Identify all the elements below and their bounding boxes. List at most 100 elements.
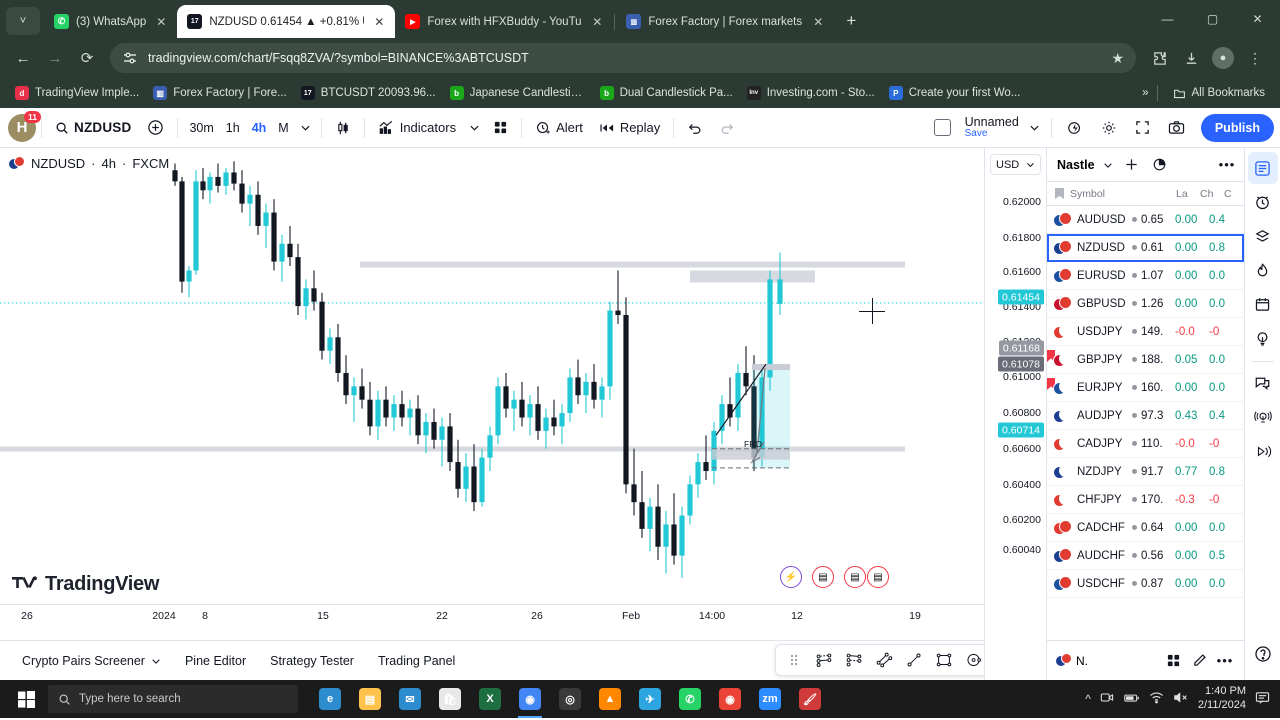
- browser-tab-tradingview[interactable]: 17 NZDUSD 0.61454 ▲ +0.81% Un ✕: [177, 5, 396, 38]
- templates-button[interactable]: [485, 114, 516, 142]
- watchlist-row-usdchf[interactable]: USDCHF 0.87 0.00 0.0: [1047, 570, 1244, 598]
- site-settings-icon[interactable]: [122, 50, 138, 66]
- layout-checkbox-button[interactable]: [926, 114, 959, 142]
- window-minimize-button[interactable]: —: [1145, 6, 1190, 32]
- trend-lines-icon[interactable]: [810, 647, 838, 673]
- watchlist-row-nzdusd[interactable]: NZDUSD 0.61 0.00 0.8: [1047, 234, 1244, 262]
- fullscreen-button[interactable]: [1127, 114, 1158, 142]
- chart-type-button[interactable]: [327, 114, 359, 142]
- tab-strategy-tester[interactable]: Strategy Tester: [258, 650, 366, 672]
- quick-search-button[interactable]: [1059, 114, 1091, 142]
- column-symbol[interactable]: Symbol: [1070, 188, 1176, 200]
- notification-icon[interactable]: [1255, 691, 1270, 708]
- taskbar-store-icon[interactable]: 🛍: [430, 680, 470, 718]
- snapshot-button[interactable]: [1160, 114, 1193, 142]
- watchlist-row-audusd[interactable]: AUDUSD 0.65 0.00 0.4: [1047, 206, 1244, 234]
- publish-button[interactable]: Publish: [1200, 113, 1274, 142]
- layout-save-label[interactable]: Save: [965, 128, 988, 140]
- timeframe-more-button[interactable]: [295, 114, 316, 142]
- bookmark-item[interactable]: b Japanese Candlestic...: [443, 83, 593, 103]
- watchlist-footer-more-button[interactable]: •••: [1214, 650, 1236, 672]
- download-icon[interactable]: [1176, 43, 1206, 73]
- close-icon[interactable]: ✕: [589, 14, 605, 30]
- browser-tab-youtube[interactable]: ▶ Forex with HFXBuddy - YouTube ✕: [395, 5, 613, 38]
- watchlist-row-nzdjpy[interactable]: NZDJPY 91.7 0.77 0.8: [1047, 458, 1244, 486]
- reload-button[interactable]: ⟳: [72, 43, 102, 73]
- watchlist-row-eurjpy[interactable]: EURJPY 160. 0.00 0.0: [1047, 374, 1244, 402]
- rail-broadcast-button[interactable]: [1248, 401, 1278, 433]
- watchlist-more-button[interactable]: •••: [1216, 154, 1238, 176]
- watchlist-name[interactable]: Nastle: [1057, 158, 1095, 172]
- browser-tab-whatsapp[interactable]: ✆ (3) WhatsApp ✕: [44, 5, 177, 38]
- tab-crypto-pairs-screener[interactable]: Crypto Pairs Screener: [10, 650, 173, 672]
- tab-trading-panel[interactable]: Trading Panel: [366, 650, 467, 672]
- bookmark-item[interactable]: b Dual Candlestick Pa...: [593, 83, 740, 103]
- bookmark-star-icon[interactable]: ★: [1111, 50, 1124, 67]
- window-maximize-button[interactable]: ▢: [1190, 6, 1235, 32]
- camera-icon[interactable]: [1100, 691, 1114, 707]
- extensions-icon[interactable]: [1144, 43, 1174, 73]
- back-button[interactable]: ←: [8, 43, 38, 73]
- bookmark-item[interactable]: 17 BTCUSDT 20093.96...: [294, 83, 443, 103]
- close-icon[interactable]: ✕: [810, 14, 826, 30]
- taskbar-file-explorer-icon[interactable]: ▤: [350, 680, 390, 718]
- browser-tab-forexfactory[interactable]: ▥ Forex Factory | Forex markets fo ✕: [616, 5, 834, 38]
- column-last[interactable]: La: [1176, 188, 1200, 200]
- timeframe-1h[interactable]: 1h: [220, 115, 246, 141]
- taskbar-telegram-icon[interactable]: ✈: [630, 680, 670, 718]
- bookmark-item[interactable]: Inv Investing.com - Sto...: [740, 83, 882, 103]
- layout-name-button[interactable]: Unnamed Save: [961, 115, 1023, 140]
- taskbar-vlc-icon[interactable]: ▲: [590, 680, 630, 718]
- taskbar-whatsapp-icon[interactable]: ✆: [670, 680, 710, 718]
- timeframe-30m[interactable]: 30m: [183, 115, 219, 141]
- volume-mute-icon[interactable]: [1173, 691, 1189, 707]
- watchlist-row-audchf[interactable]: AUDCHF 0.56 0.00 0.5: [1047, 542, 1244, 570]
- us-news-event-icon[interactable]: ▤: [867, 566, 889, 588]
- watchlist-row-eurusd[interactable]: EURUSD 1.07 0.00 0.0: [1047, 262, 1244, 290]
- watchlist-footer-edit-button[interactable]: [1188, 650, 1210, 672]
- all-bookmarks-button[interactable]: All Bookmarks: [1166, 84, 1273, 103]
- undo-button[interactable]: [679, 114, 711, 142]
- taskbar-edge-icon[interactable]: e: [310, 680, 350, 718]
- taskbar-chrome2-icon[interactable]: ◉: [710, 680, 750, 718]
- time-axis[interactable]: 26 2024 8 15 22 26 Feb 14:00 12 19: [0, 604, 984, 628]
- watchlist-row-audjpy[interactable]: AUDJPY 97.3 0.43 0.4: [1047, 402, 1244, 430]
- avatar[interactable]: ●: [1212, 47, 1234, 69]
- bookmark-item[interactable]: P Create your first Wo...: [882, 83, 1028, 103]
- rail-hotlist-button[interactable]: [1248, 254, 1278, 286]
- timeframe-4h[interactable]: 4h: [246, 115, 273, 141]
- replay-button[interactable]: Replay: [591, 114, 668, 142]
- column-change[interactable]: Ch: [1200, 188, 1224, 200]
- watchlist-chevron-icon[interactable]: [1101, 154, 1115, 176]
- taskbar-mail-icon[interactable]: ✉: [390, 680, 430, 718]
- price-axis[interactable]: USD 0.62000 0.61800 0.61600 0.61400 0.61…: [984, 148, 1046, 680]
- rail-chat-button[interactable]: [1248, 367, 1278, 399]
- layout-chevron-button[interactable]: [1025, 114, 1044, 142]
- tab-pine-editor[interactable]: Pine Editor: [173, 650, 258, 672]
- taskbar-obs-icon[interactable]: ◎: [550, 680, 590, 718]
- taskbar-zoom-icon[interactable]: zm: [750, 680, 790, 718]
- rectangle-icon[interactable]: [930, 647, 958, 673]
- tab-search-button[interactable]: ˅: [6, 7, 40, 35]
- taskbar-search-box[interactable]: Type here to search: [48, 685, 298, 713]
- rail-alerts-button[interactable]: [1248, 186, 1278, 218]
- rail-ideas-button[interactable]: [1248, 322, 1278, 354]
- window-close-button[interactable]: ✕: [1235, 6, 1280, 32]
- indicators-chevron-button[interactable]: [464, 114, 485, 142]
- watchlist-add-button[interactable]: [1121, 154, 1143, 176]
- tray-chevron-up-icon[interactable]: ^: [1085, 692, 1091, 706]
- watchlist-row-chfjpy[interactable]: CHFJPY 170. -0.3 -0: [1047, 486, 1244, 514]
- close-icon[interactable]: ✕: [153, 14, 169, 30]
- watchlist-row-gbpjpy[interactable]: GBPJPY 188. 0.05 0.0: [1047, 346, 1244, 374]
- new-tab-button[interactable]: +: [838, 8, 864, 34]
- rail-calendar-button[interactable]: [1248, 288, 1278, 320]
- parallel-channel-icon[interactable]: [840, 647, 868, 673]
- trend-line-icon[interactable]: [900, 647, 928, 673]
- wifi-icon[interactable]: [1149, 691, 1164, 707]
- watchlist-chart-button[interactable]: [1149, 154, 1171, 176]
- circle-icon[interactable]: [960, 647, 984, 673]
- rail-help-button[interactable]: [1248, 638, 1278, 670]
- chart-legend[interactable]: NZDUSD · 4h · FXCM: [8, 156, 169, 171]
- chart-canvas[interactable]: NZDUSD · 4h · FXCM FRO TradingView ⚡ ▤ ▤…: [0, 148, 984, 680]
- watchlist-row-cadjpy[interactable]: CADJPY 110. -0.0 -0: [1047, 430, 1244, 458]
